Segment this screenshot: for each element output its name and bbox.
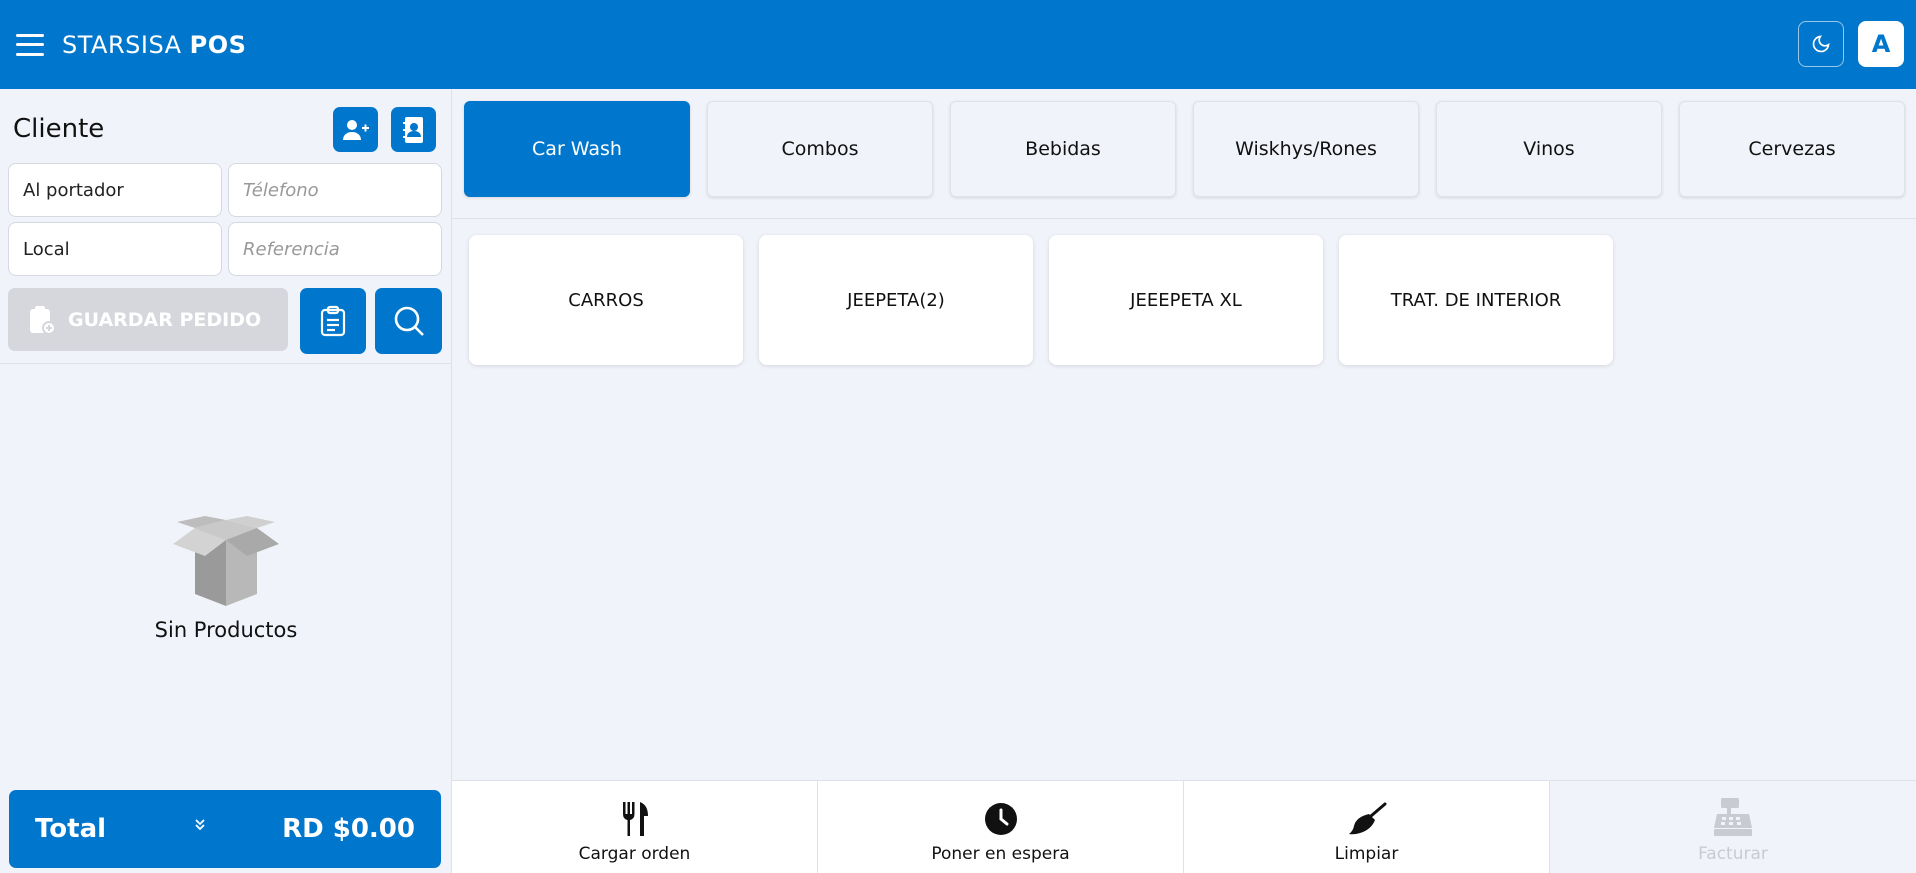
- brand-suffix: POS: [189, 30, 247, 59]
- app-brand: STARSISA POS: [62, 31, 246, 59]
- hold-order-label: Poner en espera: [931, 844, 1070, 864]
- total-amount: RD $0.00: [282, 814, 415, 844]
- clear-label: Limpiar: [1334, 844, 1399, 864]
- product-card[interactable]: CARROS: [469, 235, 743, 365]
- action-bar: Cargar orden Poner en espera Limpiar Fac…: [452, 780, 1916, 873]
- category-combos[interactable]: Combos: [707, 101, 933, 197]
- clock-icon: [984, 803, 1017, 835]
- order-list-button[interactable]: [300, 288, 366, 354]
- cash-register-icon: [1714, 798, 1752, 836]
- empty-cart: Sin Productos: [0, 514, 452, 642]
- category-bar: Car Wash Combos Bebidas Wiskhys/Rones Vi…: [452, 89, 1916, 219]
- panel-divider: [0, 363, 452, 364]
- product-card[interactable]: TRAT. DE INTERIOR: [1339, 235, 1613, 365]
- category-vinos[interactable]: Vinos: [1436, 101, 1662, 197]
- product-card[interactable]: JEEPETA(2): [759, 235, 1033, 365]
- save-order-button[interactable]: GUARDAR PEDIDO: [8, 288, 288, 351]
- order-panel: Cliente GUARDAR PEDIDO Sin Productos Tot…: [0, 89, 452, 873]
- moon-icon: [1812, 35, 1830, 53]
- broom-icon: [1348, 802, 1386, 835]
- load-order-button[interactable]: Cargar orden: [452, 781, 818, 873]
- category-wiskhys-rones[interactable]: Wiskhys/Rones: [1193, 101, 1419, 197]
- invoice-button[interactable]: Facturar: [1550, 781, 1916, 873]
- user-plus-icon: [342, 119, 369, 140]
- hamburger-menu-icon[interactable]: [16, 33, 44, 56]
- invoice-label: Facturar: [1698, 844, 1768, 864]
- category-bebidas[interactable]: Bebidas: [950, 101, 1176, 197]
- open-box-icon: [173, 516, 279, 606]
- brand-name: STARSISA: [62, 30, 190, 59]
- double-chevron-down-icon: [195, 819, 205, 831]
- app-header: STARSISA POS A: [0, 0, 1916, 89]
- save-order-label: GUARDAR PEDIDO: [68, 308, 262, 331]
- search-button[interactable]: [375, 288, 442, 354]
- dark-mode-toggle[interactable]: [1798, 21, 1844, 67]
- user-avatar-button[interactable]: A: [1858, 21, 1904, 67]
- clipboard-add-icon: [30, 305, 56, 335]
- total-bar[interactable]: Total RD $0.00: [9, 790, 441, 868]
- client-name-field[interactable]: [8, 163, 222, 217]
- clipboard-list-icon: [320, 305, 346, 337]
- product-card[interactable]: JEEEPETA XL: [1049, 235, 1323, 365]
- add-client-button[interactable]: [333, 107, 378, 152]
- total-label: Total: [35, 814, 107, 844]
- client-directory-button[interactable]: [391, 107, 436, 152]
- address-book-icon: [402, 116, 423, 143]
- reference-field[interactable]: [228, 222, 442, 276]
- client-title: Cliente: [13, 114, 105, 144]
- location-field[interactable]: [8, 222, 222, 276]
- utensils-icon: [622, 802, 648, 836]
- search-icon: [394, 306, 424, 336]
- clear-button[interactable]: Limpiar: [1184, 781, 1550, 873]
- load-order-label: Cargar orden: [578, 844, 691, 864]
- category-car-wash[interactable]: Car Wash: [464, 101, 690, 197]
- hold-order-button[interactable]: Poner en espera: [818, 781, 1184, 873]
- empty-cart-label: Sin Productos: [154, 618, 298, 642]
- phone-field[interactable]: [228, 163, 442, 217]
- category-cervezas[interactable]: Cervezas: [1679, 101, 1905, 197]
